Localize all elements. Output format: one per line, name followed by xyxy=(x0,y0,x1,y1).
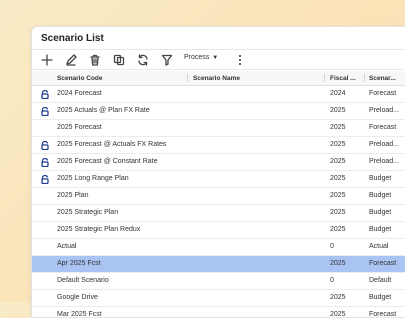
cell-fiscal-year: 2025 xyxy=(330,107,346,114)
grid-body: 2024 Forecast 2024 Forecast 2025 Actuals @ … xyxy=(32,86,405,318)
edit-icon[interactable] xyxy=(64,53,78,67)
cell-scenario-category: Preload... xyxy=(369,141,399,148)
lock-icon xyxy=(41,89,49,100)
column-header-scenario-code[interactable]: Scenario Code xyxy=(57,75,103,82)
grid-header: Scenario Code Scenario Name Fiscal ... S… xyxy=(32,71,405,86)
cell-scenario-code: 2025 Forecast xyxy=(57,124,102,131)
column-header-scenario-name[interactable]: Scenario Name xyxy=(193,75,240,82)
cell-scenario-category: Forecast xyxy=(369,311,397,318)
filter-icon[interactable] xyxy=(160,53,174,67)
more-options-icon[interactable] xyxy=(235,53,245,67)
table-row[interactable]: 2025 Forecast @ Constant Rate 2025 Preload… xyxy=(32,154,405,171)
cell-fiscal-year: 0 xyxy=(330,277,334,284)
lock-icon xyxy=(41,140,49,151)
cell-fiscal-year: 2025 xyxy=(330,209,346,216)
table-row[interactable]: 2025 Forecast @ Actuals FX Rates 2025 Prel… xyxy=(32,137,405,154)
toolbar: Process ▼ xyxy=(32,51,405,69)
cell-scenario-category: Forecast xyxy=(369,90,397,97)
lock-icon xyxy=(41,174,49,185)
panel-title: Scenario List xyxy=(41,33,104,44)
cell-fiscal-year: 2025 xyxy=(330,192,346,199)
cell-fiscal-year: 2024 xyxy=(330,90,346,97)
cell-scenario-code: 2025 Plan xyxy=(57,192,89,199)
table-row[interactable]: Default Scenario 0 Default xyxy=(32,273,405,290)
table-row[interactable]: 2025 Plan 2025 Budget xyxy=(32,188,405,205)
cell-scenario-category: Preload... xyxy=(369,107,399,114)
cell-scenario-code: Apr 2025 Fcst xyxy=(57,260,101,267)
cell-fiscal-year: 2025 xyxy=(330,260,346,267)
table-row[interactable]: 2025 Strategic Plan Redux 2025 Budget xyxy=(32,222,405,239)
table-row[interactable]: 2025 Actuals @ Plan FX Rate 2025 Preload..… xyxy=(32,103,405,120)
cell-scenario-category: Budget xyxy=(369,294,392,301)
cell-scenario-code: 2024 Forecast xyxy=(57,90,102,97)
cell-scenario-code: 2025 Strategic Plan Redux xyxy=(57,226,141,233)
cell-scenario-code: Default Scenario xyxy=(57,277,109,284)
cell-scenario-category: Budget xyxy=(369,226,392,233)
cell-fiscal-year: 2025 xyxy=(330,124,346,131)
table-row[interactable]: 2025 Forecast 2025 Forecast xyxy=(32,120,405,137)
cell-fiscal-year: 0 xyxy=(330,243,334,250)
cell-fiscal-year: 2025 xyxy=(330,175,346,182)
cell-scenario-code: 2025 Forecast @ Actuals FX Rates xyxy=(57,141,167,148)
cell-scenario-category: Budget xyxy=(369,175,392,182)
cell-fiscal-year: 2025 xyxy=(330,158,346,165)
cell-scenario-code: 2025 Actuals @ Plan FX Rate xyxy=(57,107,150,114)
cell-scenario-code: 2025 Long Range Plan xyxy=(57,175,129,182)
cell-fiscal-year: 2025 xyxy=(330,141,346,148)
cell-scenario-category: Budget xyxy=(369,192,392,199)
title-divider xyxy=(32,49,405,50)
table-row[interactable]: 2024 Forecast 2024 Forecast xyxy=(32,86,405,103)
cell-scenario-category: Budget xyxy=(369,209,392,216)
scenario-grid: Scenario Code Scenario Name Fiscal ... S… xyxy=(32,71,405,318)
cell-scenario-category: Preload... xyxy=(369,158,399,165)
toolbar-divider xyxy=(32,69,405,70)
table-row[interactable]: 2025 Strategic Plan 2025 Budget xyxy=(32,205,405,222)
process-label: Process xyxy=(184,54,210,61)
chevron-down-icon: ▼ xyxy=(212,54,219,61)
process-dropdown[interactable]: Process ▼ xyxy=(184,54,218,61)
copy-icon[interactable] xyxy=(112,53,126,67)
cell-scenario-category: Forecast xyxy=(369,260,397,267)
cell-scenario-category: Default xyxy=(369,277,392,284)
delete-icon[interactable] xyxy=(88,53,102,67)
cell-fiscal-year: 2025 xyxy=(330,294,346,301)
cell-fiscal-year: 2025 xyxy=(330,226,346,233)
lock-icon xyxy=(41,157,49,168)
cell-fiscal-year: 2025 xyxy=(330,311,346,318)
scenario-list-panel: Scenario List Process ▼ Scenario Code Sc… xyxy=(31,26,405,318)
cell-scenario-code: Actual xyxy=(57,243,77,250)
lock-icon xyxy=(41,106,49,117)
cell-scenario-category: Forecast xyxy=(369,124,397,131)
refresh-icon[interactable] xyxy=(136,53,150,67)
column-header-fiscal-year[interactable]: Fiscal ... xyxy=(330,75,356,82)
column-header-scenario-category[interactable]: Scenar... xyxy=(369,75,396,82)
table-row[interactable]: Google Drive 2025 Budget xyxy=(32,290,405,307)
cell-scenario-code: 2025 Forecast @ Constant Rate xyxy=(57,158,158,165)
table-row[interactable]: Actual 0 Actual xyxy=(32,239,405,256)
cell-scenario-code: 2025 Strategic Plan xyxy=(57,209,119,216)
add-icon[interactable] xyxy=(40,53,54,67)
table-row[interactable]: Apr 2025 Fcst 2025 Forecast xyxy=(32,256,405,273)
table-row[interactable]: 2025 Long Range Plan 2025 Budget xyxy=(32,171,405,188)
cell-scenario-category: Actual xyxy=(369,243,389,250)
table-row[interactable]: Mar 2025 Fcst 2025 Forecast xyxy=(32,307,405,318)
cell-scenario-code: Google Drive xyxy=(57,294,98,301)
cell-scenario-code: Mar 2025 Fcst xyxy=(57,311,102,318)
